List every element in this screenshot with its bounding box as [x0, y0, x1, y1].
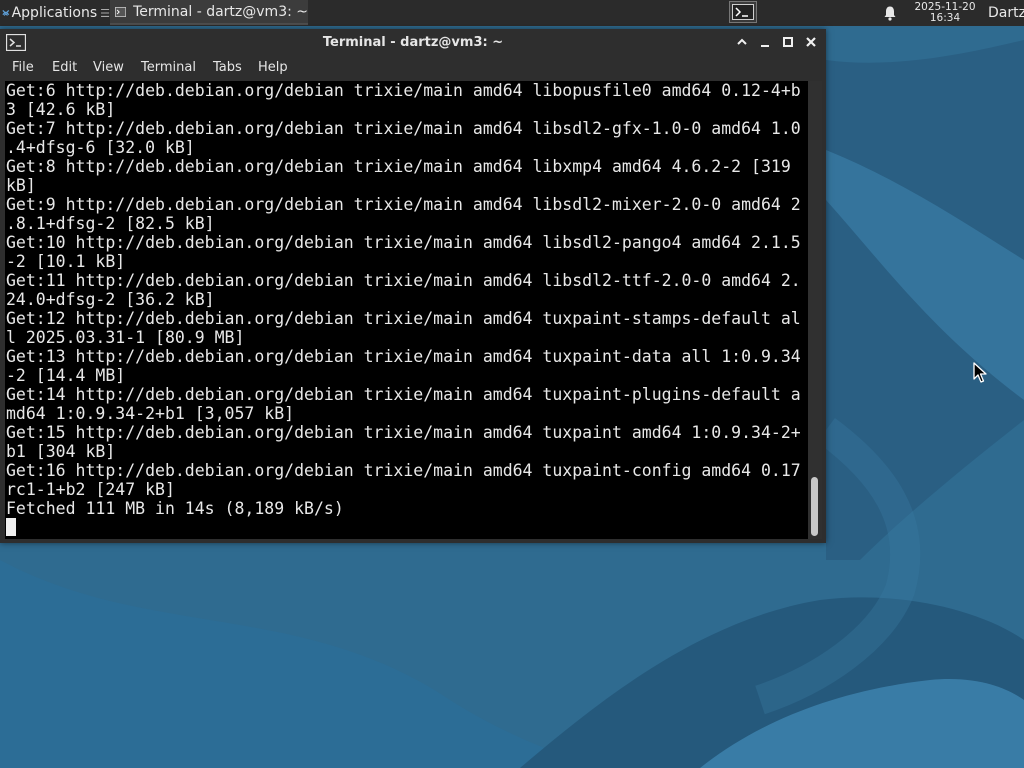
- applications-label: Applications: [11, 5, 98, 21]
- terminal-line: l 2025.03.31-1 [80.9 MB]: [6, 328, 245, 347]
- scrollbar-thumb[interactable]: [811, 477, 818, 536]
- terminal-line: 24.0+dfsg-2 [36.2 kB]: [6, 290, 215, 309]
- menu-edit[interactable]: Edit: [52, 56, 77, 80]
- terminal-line: .4+dfsg-6 [32.0 kB]: [6, 138, 195, 157]
- terminal-cursor: [6, 518, 16, 536]
- menu-terminal[interactable]: Terminal: [141, 56, 196, 80]
- window-titlebar[interactable]: Terminal - dartz@vm3: ~: [0, 29, 826, 56]
- terminal-line: Get:8 http://deb.debian.org/debian trixi…: [6, 157, 791, 176]
- menu-tabs[interactable]: Tabs: [213, 56, 242, 80]
- user-menu[interactable]: Dartz: [988, 0, 1024, 26]
- terminal-line: Get:7 http://deb.debian.org/debian trixi…: [6, 119, 801, 138]
- workspace-pager-terminal-icon[interactable]: [729, 1, 757, 23]
- top-panel: Applications ☰ Terminal - dartz@vm3: ~ 2…: [0, 0, 1024, 26]
- terminal-line: b1 [304 kB]: [6, 442, 116, 461]
- terminal-line: Get:15 http://deb.debian.org/debian trix…: [6, 423, 801, 442]
- terminal-icon: [115, 6, 127, 17]
- terminal-line: rc1-1+b2 [247 kB]: [6, 480, 175, 499]
- clock[interactable]: 2025-11-20 16:34: [905, 0, 985, 26]
- terminal-line: -2 [14.4 MB]: [6, 366, 126, 385]
- bell-icon[interactable]: [882, 5, 898, 21]
- terminal-line: Get:6 http://deb.debian.org/debian trixi…: [6, 81, 801, 100]
- terminal-window: Terminal - dartz@vm3: ~ File Edit View T…: [0, 29, 826, 543]
- terminal-line: Get:14 http://deb.debian.org/debian trix…: [6, 385, 801, 404]
- terminal-line: Get:13 http://deb.debian.org/debian trix…: [6, 347, 801, 366]
- terminal-line: Get:16 http://deb.debian.org/debian trix…: [6, 461, 801, 480]
- maximize-icon[interactable]: [781, 35, 795, 49]
- terminal-line: -2 [10.1 kB]: [6, 252, 126, 271]
- taskbar-terminal-button[interactable]: Terminal - dartz@vm3: ~: [110, 0, 308, 25]
- menu-file[interactable]: File: [12, 56, 34, 80]
- chevron-up-icon[interactable]: [735, 35, 749, 49]
- terminal-line: Fetched 111 MB in 14s (8,189 kB/s): [6, 499, 344, 518]
- menu-view[interactable]: View: [93, 56, 124, 80]
- terminal-output[interactable]: Get:6 http://deb.debian.org/debian trixi…: [5, 81, 808, 539]
- menu-help[interactable]: Help: [258, 56, 288, 80]
- more-icon: ☰: [100, 6, 110, 20]
- terminal-line: Get:12 http://deb.debian.org/debian trix…: [6, 309, 801, 328]
- terminal-line: 3 [42.6 kB]: [6, 100, 116, 119]
- terminal-line: md64 1:0.9.34-2+b1 [3,057 kB]: [6, 404, 295, 423]
- clock-time: 16:34: [929, 12, 961, 24]
- terminal-line: Get:11 http://deb.debian.org/debian trix…: [6, 271, 801, 290]
- window-title: Terminal - dartz@vm3: ~: [322, 35, 504, 50]
- mouse-pointer-icon: [973, 362, 987, 383]
- menu-bar: File Edit View Terminal Tabs Help: [0, 56, 826, 80]
- terminal-scrollbar[interactable]: [808, 81, 822, 539]
- terminal-line: kB]: [6, 176, 36, 195]
- terminal-line: .8.1+dfsg-2 [82.5 kB]: [6, 214, 215, 233]
- taskbar-terminal-label: Terminal - dartz@vm3: ~: [133, 3, 308, 20]
- close-icon[interactable]: [804, 35, 818, 49]
- terminal-line: Get:10 http://deb.debian.org/debian trix…: [6, 233, 801, 252]
- terminal-line: Get:9 http://deb.debian.org/debian trixi…: [6, 195, 801, 214]
- applications-menu-button[interactable]: Applications ☰: [0, 0, 110, 26]
- minimize-icon[interactable]: [758, 35, 772, 49]
- xfce-logo-icon: [2, 10, 10, 16]
